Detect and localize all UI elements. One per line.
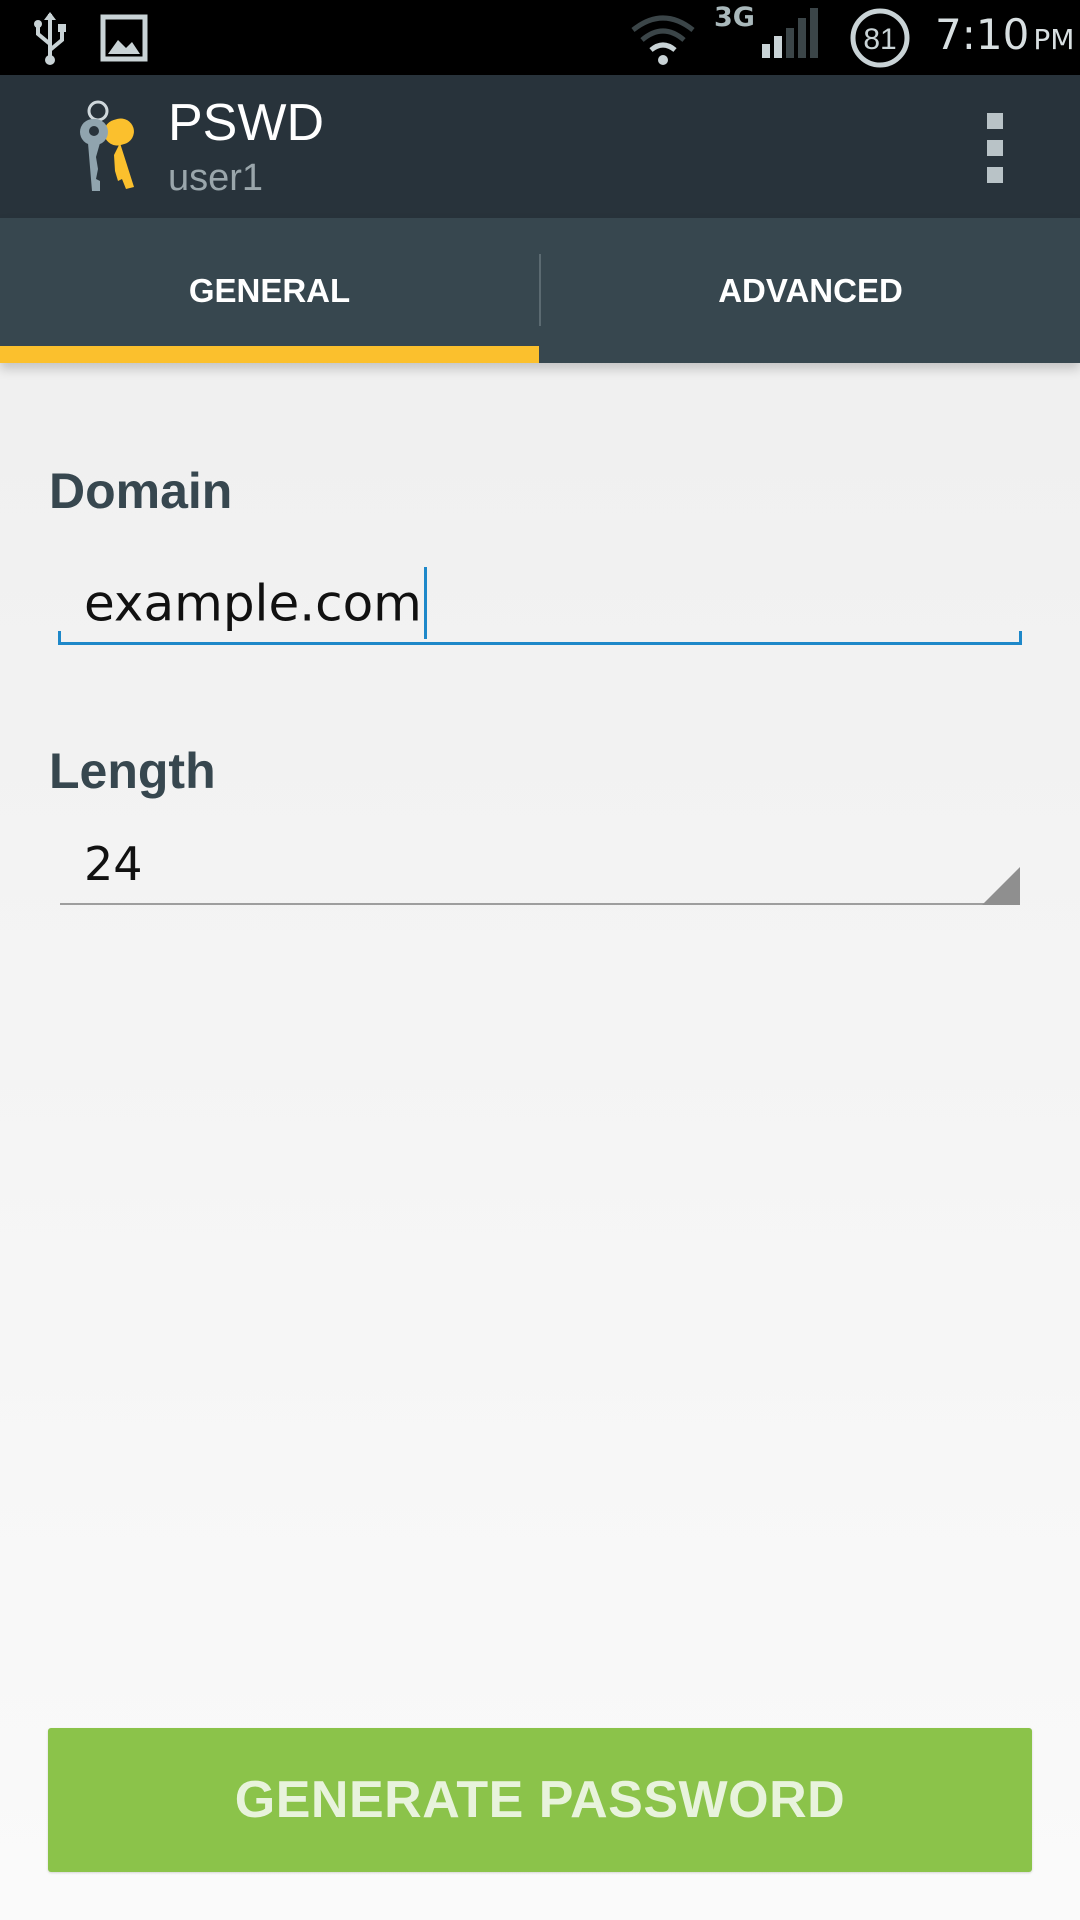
domain-underline: [58, 642, 1022, 645]
length-spinner[interactable]: 24: [60, 825, 1020, 905]
length-selected-value: 24: [84, 837, 143, 891]
app-title: PSWD: [168, 94, 324, 152]
tab-bar: GENERAL ADVANCED: [0, 218, 1080, 363]
status-bar: 3G 81 7:10 PM: [0, 0, 1080, 75]
network-type-label: 3G: [714, 2, 755, 33]
app-bar: PSWD user1: [0, 75, 1080, 218]
domain-input[interactable]: example.com: [58, 555, 1022, 645]
tab-selected-indicator: [0, 346, 539, 363]
image-icon: [100, 14, 148, 62]
dropdown-corner-icon: [982, 867, 1020, 905]
domain-label: Domain: [49, 463, 233, 519]
tab-advanced[interactable]: ADVANCED: [541, 218, 1080, 363]
length-underline: [60, 903, 1020, 905]
generate-password-button[interactable]: GENERATE PASSWORD: [48, 1728, 1032, 1872]
wifi-icon: [631, 15, 695, 65]
clock: 7:10 PM: [935, 10, 1074, 59]
usb-icon: [34, 12, 66, 65]
menu-dot: [987, 140, 1003, 156]
domain-underline-tick: [1019, 631, 1022, 645]
battery-level: 81: [863, 23, 896, 56]
menu-dot: [987, 113, 1003, 129]
length-label: Length: [49, 743, 216, 799]
battery-icon: 81: [848, 6, 912, 70]
app-subtitle: user1: [168, 157, 264, 199]
tab-general[interactable]: GENERAL: [0, 218, 539, 363]
keys-icon: [80, 100, 134, 191]
domain-input-value: example.com: [84, 567, 427, 643]
text-cursor: [423, 567, 427, 639]
overflow-menu-icon[interactable]: [975, 113, 1015, 183]
signal-icon: [762, 8, 818, 58]
clock-suffix: PM: [1033, 23, 1075, 56]
domain-text: example.com: [84, 574, 422, 633]
clock-time: 7:10: [935, 10, 1030, 59]
domain-underline-tick: [58, 631, 61, 645]
menu-dot: [987, 167, 1003, 183]
